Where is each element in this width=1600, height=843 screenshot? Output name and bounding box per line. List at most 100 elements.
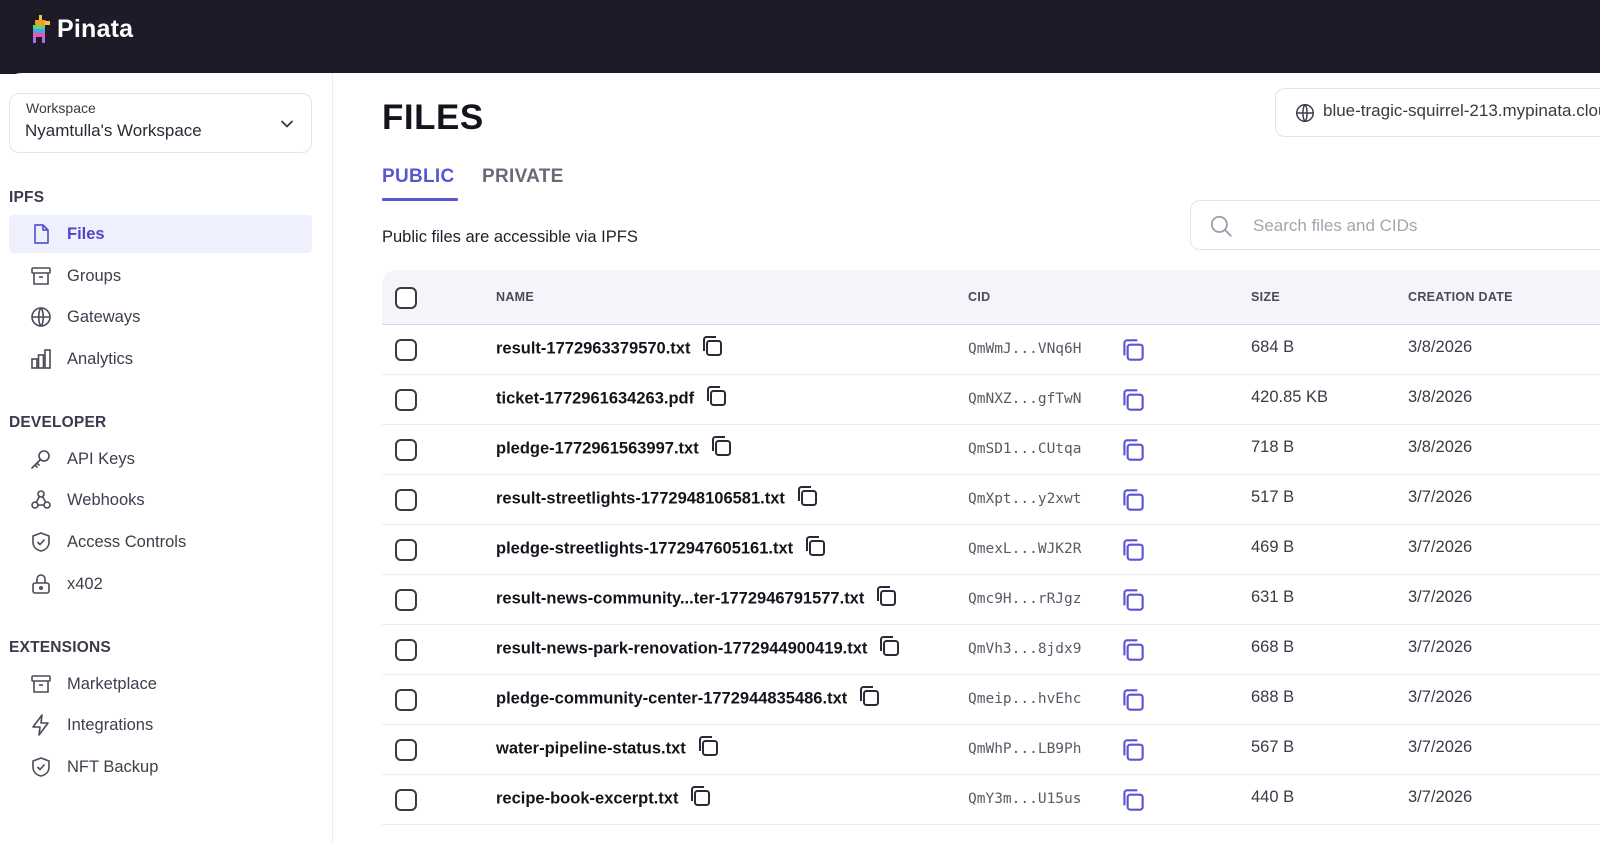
sidebar-item-access-controls[interactable]: Access Controls <box>9 523 312 561</box>
file-name-cell: pledge-community-center-1772944835486.tx… <box>496 686 883 710</box>
sidebar-item-label: Files <box>67 224 105 243</box>
pinata-logo[interactable]: Pinata <box>30 14 133 44</box>
copy-name-icon[interactable] <box>694 732 722 760</box>
row-checkbox[interactable] <box>395 389 417 411</box>
copy-name-icon[interactable] <box>801 532 829 560</box>
row-checkbox[interactable] <box>395 739 417 761</box>
cid-value: QmWmJ...VNq6H <box>968 341 1082 357</box>
file-name[interactable]: result-news-community...ter-177294679157… <box>496 589 864 607</box>
sidebar-item-files[interactable]: Files <box>9 215 312 253</box>
workspace-selector[interactable]: Workspace Nyamtulla's Workspace <box>9 93 312 153</box>
file-name[interactable]: result-streetlights-1772948106581.txt <box>496 489 785 507</box>
column-header-cid[interactable]: CID <box>968 290 990 304</box>
row-checkbox[interactable] <box>395 489 417 511</box>
archive-icon <box>31 267 51 285</box>
row-checkbox[interactable] <box>395 439 417 461</box>
cid-value: QmWhP...LB9Ph <box>968 741 1082 757</box>
sidebar-item-webhooks[interactable]: Webhooks <box>9 481 312 519</box>
search-input[interactable] <box>1253 213 1583 239</box>
copy-cid-icon[interactable] <box>1118 635 1148 665</box>
column-header-size[interactable]: SIZE <box>1251 290 1280 304</box>
column-header-name[interactable]: NAME <box>496 290 534 304</box>
table-row[interactable]: water-pipeline-status.txt QmWhP...LB9Ph 56… <box>382 725 1600 775</box>
file-name-cell: pledge-streetlights-1772947605161.txt <box>496 536 829 560</box>
file-name[interactable]: water-pipeline-status.txt <box>496 739 686 757</box>
tab-public[interactable]: PUBLIC <box>382 166 455 188</box>
file-name[interactable]: ticket-1772961634263.pdf <box>496 389 694 407</box>
table-body: result-1772963379570.txt QmWmJ...VNq6H 684… <box>382 325 1600 825</box>
copy-cid-icon[interactable] <box>1118 335 1148 365</box>
copy-name-icon[interactable] <box>793 482 821 510</box>
copy-name-icon[interactable] <box>698 332 726 360</box>
file-name-cell: result-streetlights-1772948106581.txt <box>496 486 821 510</box>
copy-name-icon[interactable] <box>872 582 900 610</box>
copy-cid-icon[interactable] <box>1118 485 1148 515</box>
cid-value: Qmeip...hvEhc <box>968 691 1082 707</box>
file-name[interactable]: result-1772963379570.txt <box>496 339 690 357</box>
zap-icon <box>32 714 49 736</box>
sidebar-item-integrations[interactable]: Integrations <box>9 706 312 744</box>
gateway-selector[interactable]: blue-tragic-squirrel-213.mypinata.cloud <box>1275 88 1600 137</box>
sidebar-item-label: NFT Backup <box>67 757 159 776</box>
sidebar-item-gateways[interactable]: Gateways <box>9 298 312 336</box>
table-row[interactable]: ticket-1772961634263.pdf QmNXZ...gfTwN 420… <box>382 375 1600 425</box>
copy-name-icon[interactable] <box>686 782 714 810</box>
row-checkbox[interactable] <box>395 339 417 361</box>
sidebar-item-api-keys[interactable]: API Keys <box>9 440 312 478</box>
table-row[interactable]: recipe-book-excerpt.txt QmY3m...U15us 440 … <box>382 775 1600 825</box>
copy-cid-icon[interactable] <box>1118 435 1148 465</box>
table-row[interactable]: pledge-streetlights-1772947605161.txt Qme… <box>382 525 1600 575</box>
row-checkbox[interactable] <box>395 539 417 561</box>
key-icon <box>31 450 50 469</box>
creation-date: 3/7/2026 <box>1408 738 1473 756</box>
sidebar-item-label: Gateways <box>67 307 141 326</box>
tab-private[interactable]: PRIVATE <box>482 166 564 188</box>
copy-cid-icon[interactable] <box>1118 585 1148 615</box>
copy-cid-icon[interactable] <box>1118 685 1148 715</box>
row-checkbox[interactable] <box>395 789 417 811</box>
copy-cid-icon[interactable] <box>1118 785 1148 815</box>
table-row[interactable]: pledge-1772961563997.txt QmSD1...CUtqa 718… <box>382 425 1600 475</box>
file-name[interactable]: pledge-streetlights-1772947605161.txt <box>496 539 793 557</box>
copy-cid-icon[interactable] <box>1118 385 1148 415</box>
table-row[interactable]: result-news-community...ter-177294679157… <box>382 575 1600 625</box>
sidebar-item-label: Groups <box>67 266 122 285</box>
copy-cid-icon[interactable] <box>1118 735 1148 765</box>
table-row[interactable]: result-1772963379570.txt QmWmJ...VNq6H 684… <box>382 325 1600 375</box>
sidebar-item-x402[interactable]: x402 <box>9 565 312 603</box>
files-table: NAME CID SIZE CREATION DATE result-17729… <box>382 270 1600 825</box>
file-size: 631 B <box>1251 588 1295 606</box>
table-row[interactable]: pledge-community-center-1772944835486.tx… <box>382 675 1600 725</box>
chevron-down-icon <box>281 120 293 128</box>
cid-value: QmexL...WJK2R <box>968 541 1082 557</box>
file-name[interactable]: result-news-park-renovation-177294490041… <box>496 639 867 657</box>
copy-cid-icon[interactable] <box>1118 535 1148 565</box>
file-name[interactable]: recipe-book-excerpt.txt <box>496 789 678 807</box>
copy-name-icon[interactable] <box>702 382 730 410</box>
row-checkbox[interactable] <box>395 639 417 661</box>
row-checkbox[interactable] <box>395 589 417 611</box>
copy-name-icon[interactable] <box>855 682 883 710</box>
creation-date: 3/7/2026 <box>1408 488 1473 506</box>
section-title-extensions: EXTENSIONS <box>9 639 111 656</box>
cid-value: QmY3m...U15us <box>968 791 1082 807</box>
copy-name-icon[interactable] <box>707 432 735 460</box>
visibility-description: Public files are accessible via IPFS <box>382 228 638 246</box>
copy-name-icon[interactable] <box>875 632 903 660</box>
webhook-icon <box>31 490 51 509</box>
sidebar-item-groups[interactable]: Groups <box>9 257 312 295</box>
file-name-cell: result-news-community...ter-177294679157… <box>496 586 900 610</box>
sidebar-item-marketplace[interactable]: Marketplace <box>9 665 312 703</box>
column-header-creation-date[interactable]: CREATION DATE <box>1408 290 1513 304</box>
sidebar-item-nft-backup[interactable]: NFT Backup <box>9 748 312 786</box>
row-checkbox[interactable] <box>395 689 417 711</box>
file-name[interactable]: pledge-community-center-1772944835486.tx… <box>496 689 847 707</box>
sidebar-item-analytics[interactable]: Analytics <box>9 340 312 378</box>
table-row[interactable]: result-news-park-renovation-177294490041… <box>382 625 1600 675</box>
select-all-checkbox[interactable] <box>395 287 417 309</box>
sidebar-item-label: API Keys <box>67 449 135 468</box>
creation-date: 3/7/2026 <box>1408 638 1473 656</box>
table-row[interactable]: result-streetlights-1772948106581.txt QmX… <box>382 475 1600 525</box>
file-name[interactable]: pledge-1772961563997.txt <box>496 439 699 457</box>
shield-check-icon <box>32 757 50 777</box>
